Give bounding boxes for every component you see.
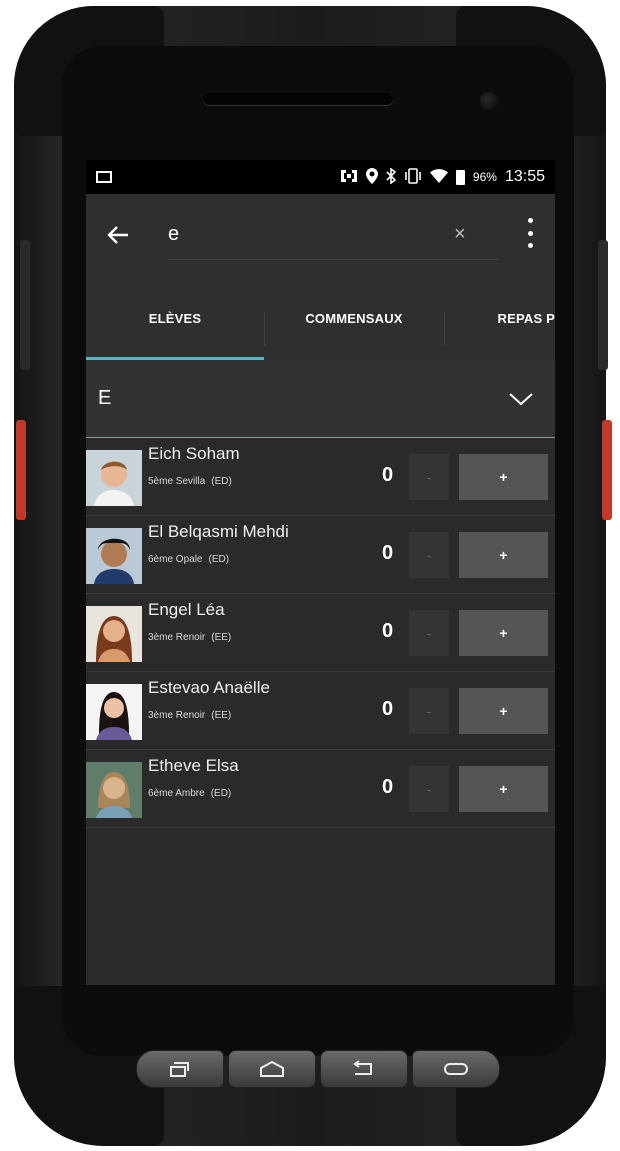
earpiece-speaker	[203, 93, 393, 105]
student-class: 3ème Renoir (EE)	[148, 632, 231, 643]
recent-apps-icon	[170, 1062, 189, 1077]
tab-eleves[interactable]: ELÈVES	[86, 276, 264, 360]
student-class: 3ème Renoir (EE)	[148, 710, 270, 721]
increment-button[interactable]: +	[459, 610, 548, 656]
list-item[interactable]: Etheve Elsa 6ème Ambre (ED) 0 - +	[86, 750, 555, 828]
regime-tag: (ED)	[210, 788, 232, 799]
battery-icon	[455, 169, 465, 185]
battery-percent: 96%	[472, 170, 497, 184]
volume-key[interactable]	[20, 240, 30, 370]
decrement-button[interactable]: -	[409, 766, 449, 812]
student-class: 5ème Sevilla (ED)	[148, 476, 240, 487]
vibrate-icon	[404, 167, 422, 187]
hardware-nav-keys	[136, 1050, 500, 1088]
back-icon	[353, 1060, 372, 1075]
image-icon	[96, 171, 112, 183]
tab-repas[interactable]: REPAS P	[444, 276, 555, 360]
decrement-button[interactable]: -	[409, 532, 449, 578]
front-camera	[480, 92, 498, 110]
decrement-button[interactable]: -	[409, 610, 449, 656]
student-info: Eich Soham 5ème Sevilla (ED)	[148, 444, 240, 487]
student-info: Etheve Elsa 6ème Ambre (ED)	[148, 756, 239, 799]
search-input[interactable]	[168, 223, 448, 246]
meal-count: 0	[382, 776, 394, 798]
regime-tag: (ED)	[208, 554, 230, 565]
increment-button[interactable]: +	[459, 454, 548, 500]
avatar	[86, 762, 142, 818]
home-icon	[260, 1060, 284, 1077]
scan-key-left[interactable]	[16, 420, 26, 520]
regime-tag: (EE)	[211, 710, 232, 721]
search-field[interactable]: ×	[168, 210, 498, 260]
student-name: El Belqasmi Mehdi	[148, 522, 289, 541]
class-label: 6ème Ambre	[148, 788, 205, 799]
more-options-icon[interactable]	[525, 218, 535, 248]
student-info: Engel Léa 3ème Renoir (EE)	[148, 600, 231, 643]
power-key[interactable]	[598, 240, 608, 370]
group-header[interactable]: E	[86, 360, 555, 438]
increment-button[interactable]: +	[459, 766, 548, 812]
overview-button[interactable]	[412, 1050, 500, 1088]
clear-search-button[interactable]: ×	[454, 223, 466, 246]
status-icons: 96% 13:55	[340, 166, 545, 187]
clock: 13:55	[504, 168, 545, 185]
avatar	[86, 450, 142, 506]
student-info: El Belqasmi Mehdi 6ème Opale (ED)	[148, 522, 289, 565]
meal-count: 0	[382, 464, 394, 486]
student-list: Eich Soham 5ème Sevilla (ED) 0 - + El Be…	[86, 438, 555, 828]
student-name: Etheve Elsa	[148, 756, 239, 775]
decrement-button[interactable]: -	[409, 688, 449, 734]
list-item[interactable]: El Belqasmi Mehdi 6ème Opale (ED) 0 - +	[86, 516, 555, 594]
meal-count: 0	[382, 542, 394, 564]
avatar	[86, 528, 142, 584]
avatar	[86, 606, 142, 662]
location-icon	[365, 167, 378, 187]
status-bar: 96% 13:55	[86, 160, 555, 194]
increment-button[interactable]: +	[459, 532, 548, 578]
chevron-down-icon[interactable]	[505, 383, 537, 415]
avatar	[86, 684, 142, 740]
student-name: Eich Soham	[148, 444, 240, 463]
nfc-icon	[340, 169, 358, 186]
meal-count: 0	[382, 698, 394, 720]
list-item[interactable]: Estevao Anaëlle 3ème Renoir (EE) 0 - +	[86, 672, 555, 750]
group-letter: E	[98, 387, 112, 409]
recent-apps-button[interactable]	[136, 1050, 224, 1088]
phone-screen: 96% 13:55 × ELÈVES COMMENSAUX REPAS P E	[86, 160, 555, 985]
regime-tag: (EE)	[211, 632, 232, 643]
tab-commensaux[interactable]: COMMENSAUX	[264, 276, 444, 360]
search-toolbar: ×	[86, 194, 555, 276]
meal-count: 0	[382, 620, 394, 642]
student-class: 6ème Ambre (ED)	[148, 788, 239, 799]
tab-bar: ELÈVES COMMENSAUX REPAS P	[86, 276, 555, 360]
decrement-button[interactable]: -	[409, 454, 449, 500]
student-class: 6ème Opale (ED)	[148, 554, 289, 565]
student-name: Engel Léa	[148, 600, 225, 619]
class-label: 3ème Renoir	[148, 632, 206, 643]
rounded-rect-icon	[444, 1063, 468, 1075]
back-arrow-icon[interactable]	[98, 215, 138, 255]
home-button[interactable]	[228, 1050, 316, 1088]
back-button[interactable]	[320, 1050, 408, 1088]
class-label: 6ème Opale	[148, 554, 203, 565]
increment-button[interactable]: +	[459, 688, 548, 734]
wifi-icon	[429, 168, 448, 186]
student-name: Estevao Anaëlle	[148, 678, 270, 697]
class-label: 3ème Renoir	[148, 710, 206, 721]
student-info: Estevao Anaëlle 3ème Renoir (EE)	[148, 678, 270, 721]
scan-key-right[interactable]	[602, 420, 612, 520]
regime-tag: (ED)	[211, 476, 232, 487]
list-item[interactable]: Eich Soham 5ème Sevilla (ED) 0 - +	[86, 438, 555, 516]
tab-selected-indicator	[86, 357, 264, 360]
class-label: 5ème Sevilla	[148, 476, 206, 487]
list-item[interactable]: Engel Léa 3ème Renoir (EE) 0 - +	[86, 594, 555, 672]
bluetooth-icon	[386, 166, 397, 187]
